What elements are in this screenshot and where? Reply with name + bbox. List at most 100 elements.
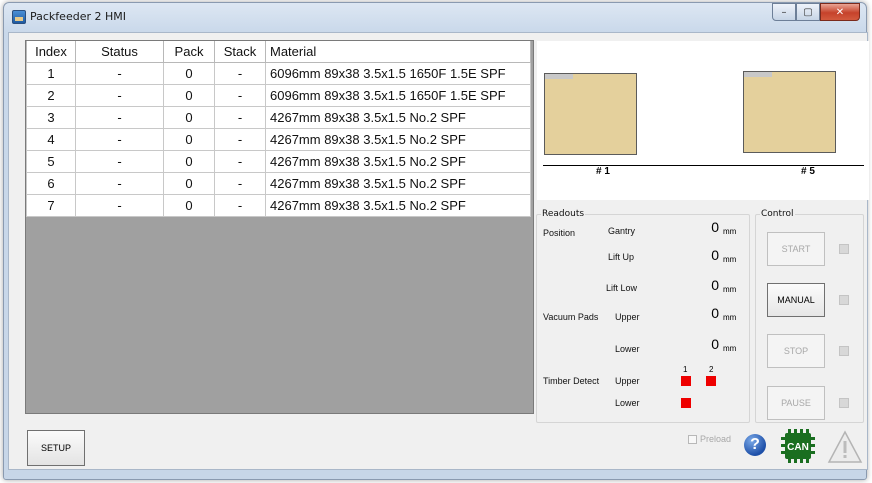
column-header-status[interactable]: Status	[75, 41, 164, 63]
vacuum-upper-value: 0	[711, 305, 719, 321]
detector-2-label: 2	[709, 365, 714, 374]
cell-material: 6096mm 89x38 3.5x1.5 1650F 1.5E SPF	[265, 61, 531, 85]
detector-1-label: 1	[683, 365, 688, 374]
gantry-label: Gantry	[608, 226, 636, 236]
cell-index: 5	[26, 149, 76, 173]
cell-pack: 0	[163, 193, 215, 217]
table-row[interactable]: 2 - 0 - 6096mm 89x38 3.5x1.5 1650F 1.5E …	[26, 83, 531, 107]
window-title: Packfeeder 2 HMI	[30, 10, 126, 23]
column-header-material[interactable]: Material	[265, 41, 531, 63]
cell-stack: -	[214, 127, 266, 151]
floor-line	[543, 165, 864, 166]
help-icon[interactable]: ?	[744, 434, 766, 456]
preload-checkbox[interactable]: Preload	[688, 434, 731, 444]
vacuum-lower-value: 0	[711, 336, 719, 352]
lift-low-value: 0	[711, 277, 719, 293]
pause-status-led	[839, 398, 849, 408]
table-row[interactable]: 7 - 0 - 4267mm 89x38 3.5x1.5 No.2 SPF	[26, 193, 531, 217]
cell-index: 3	[26, 105, 76, 129]
vacuum-upper-unit: mm	[723, 313, 737, 322]
material-grid[interactable]: Index Status Pack Stack Material 1 - 0 -…	[25, 40, 534, 414]
pause-button[interactable]: PAUSE	[767, 386, 825, 420]
cell-index: 6	[26, 171, 76, 195]
can-label: CAN	[787, 442, 809, 453]
table-row[interactable]: 5 - 0 - 4267mm 89x38 3.5x1.5 No.2 SPF	[26, 149, 531, 173]
stop-status-led	[839, 346, 849, 356]
column-header-stack[interactable]: Stack	[214, 41, 266, 63]
timber-lower-label: Lower	[615, 398, 640, 408]
preload-checkbox-box[interactable]	[688, 434, 697, 444]
timber-upper-label: Upper	[615, 376, 640, 386]
column-header-index[interactable]: Index	[26, 41, 76, 63]
table-row[interactable]: 6 - 0 - 4267mm 89x38 3.5x1.5 No.2 SPF	[26, 171, 531, 195]
cell-stack: -	[214, 61, 266, 85]
window-controls: – ▢ ✕	[772, 3, 860, 21]
cell-pack: 0	[163, 105, 215, 129]
minimize-button[interactable]: –	[772, 3, 796, 21]
cell-material: 4267mm 89x38 3.5x1.5 No.2 SPF	[265, 193, 531, 217]
setup-button[interactable]: SETUP	[27, 430, 85, 466]
cell-index: 1	[26, 61, 76, 85]
cell-status: -	[75, 193, 164, 217]
pack-slot-1	[544, 73, 637, 155]
timber-upper-1-indicator	[681, 376, 691, 386]
close-button[interactable]: ✕	[820, 3, 860, 21]
cell-pack: 0	[163, 149, 215, 173]
timber-upper-2-indicator	[706, 376, 716, 386]
cell-pack: 0	[163, 127, 215, 151]
vacuum-upper-label: Upper	[615, 312, 640, 322]
table-row[interactable]: 3 - 0 - 4267mm 89x38 3.5x1.5 No.2 SPF	[26, 105, 531, 129]
title-bar: Packfeeder 2 HMI – ▢ ✕	[4, 3, 866, 31]
slot-1-label: # 1	[596, 166, 610, 177]
maximize-button[interactable]: ▢	[796, 3, 820, 21]
manual-status-led	[839, 295, 849, 305]
timber-lower-1-indicator	[681, 398, 691, 408]
cell-index: 4	[26, 127, 76, 151]
cell-stack: -	[214, 193, 266, 217]
timber-detect-label: Timber Detect	[543, 376, 600, 386]
gantry-unit: mm	[723, 227, 737, 236]
manual-button[interactable]: MANUAL	[767, 283, 825, 317]
control-legend: Control	[761, 209, 794, 219]
cell-stack: -	[214, 83, 266, 107]
warning-icon	[827, 430, 863, 463]
cell-material: 6096mm 89x38 3.5x1.5 1650F 1.5E SPF	[265, 83, 531, 107]
table-header-row: Index Status Pack Stack Material	[26, 41, 531, 63]
cell-material: 4267mm 89x38 3.5x1.5 No.2 SPF	[265, 149, 531, 173]
cell-stack: -	[214, 105, 266, 129]
start-status-led	[839, 244, 849, 254]
lift-up-value: 0	[711, 247, 719, 263]
lift-up-label: Lift Up	[608, 252, 635, 262]
cell-status: -	[75, 149, 164, 173]
cell-pack: 0	[163, 61, 215, 85]
lift-low-unit: mm	[723, 285, 737, 294]
column-header-pack[interactable]: Pack	[163, 41, 215, 63]
client-area: Index Status Pack Stack Material 1 - 0 -…	[8, 32, 869, 470]
cell-stack: -	[214, 149, 266, 173]
cell-status: -	[75, 83, 164, 107]
app-icon	[12, 10, 26, 24]
start-button[interactable]: START	[767, 232, 825, 266]
can-bus-icon[interactable]: CAN	[781, 429, 815, 463]
cell-pack: 0	[163, 83, 215, 107]
stop-button[interactable]: STOP	[767, 334, 825, 368]
cell-stack: -	[214, 171, 266, 195]
cell-material: 4267mm 89x38 3.5x1.5 No.2 SPF	[265, 105, 531, 129]
pack-slot-5	[743, 71, 836, 153]
vacuum-lower-label: Lower	[615, 344, 640, 354]
cell-material: 4267mm 89x38 3.5x1.5 No.2 SPF	[265, 127, 531, 151]
cell-material: 4267mm 89x38 3.5x1.5 No.2 SPF	[265, 171, 531, 195]
pack-tag	[545, 74, 573, 79]
cell-status: -	[75, 61, 164, 85]
cell-index: 7	[26, 193, 76, 217]
cell-status: -	[75, 171, 164, 195]
table-row[interactable]: 1 - 0 - 6096mm 89x38 3.5x1.5 1650F 1.5E …	[26, 61, 531, 85]
pack-tag	[744, 72, 772, 77]
vacuum-pads-label: Vacuum Pads	[543, 312, 599, 322]
slot-5-label: # 5	[801, 166, 815, 177]
table-row[interactable]: 4 - 0 - 4267mm 89x38 3.5x1.5 No.2 SPF	[26, 127, 531, 151]
gantry-value: 0	[711, 219, 719, 235]
cell-index: 2	[26, 83, 76, 107]
cell-status: -	[75, 127, 164, 151]
lift-up-unit: mm	[723, 255, 737, 264]
